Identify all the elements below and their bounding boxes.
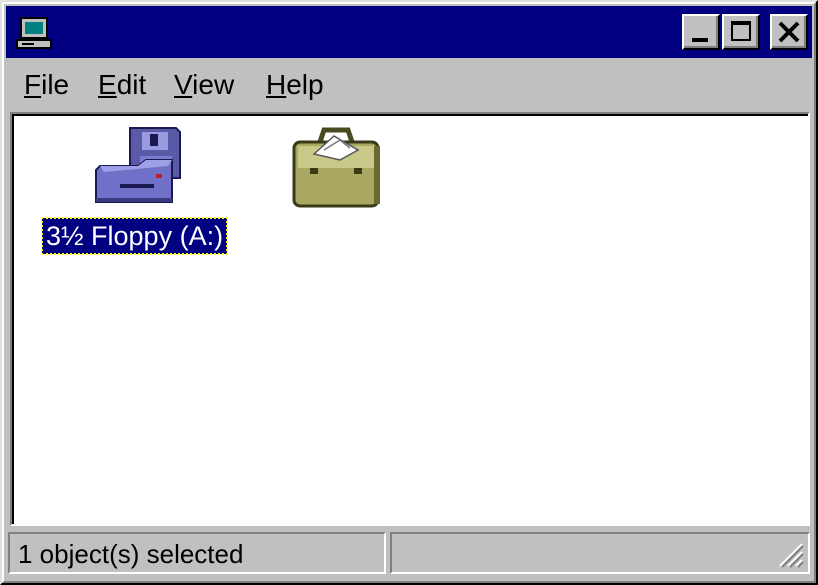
minimize-icon [692, 38, 708, 42]
status-text: 1 object(s) selected [18, 539, 244, 569]
menu-view-mnemonic: V [174, 69, 193, 100]
menu-help-mnemonic: H [266, 69, 287, 100]
menu-file-label: ile [41, 69, 70, 100]
close-icon [778, 21, 800, 43]
computer-icon[interactable] [14, 16, 54, 52]
status-pane-selection: 1 object(s) selected [8, 532, 386, 574]
floppy-drive-icon[interactable] [90, 126, 186, 210]
folder-content-area[interactable]: 3½ Floppy (A:) [10, 112, 810, 526]
menu-edit[interactable]: Edit [98, 68, 146, 102]
menu-view-label: iew [192, 69, 235, 100]
resize-grip-icon[interactable] [776, 540, 804, 568]
menu-file[interactable]: File [24, 68, 69, 102]
briefcase-icon[interactable] [284, 124, 384, 214]
maximize-button[interactable] [722, 14, 760, 50]
maximize-icon [731, 21, 751, 41]
floppy-drive-label[interactable]: 3½ Floppy (A:) [40, 217, 229, 255]
close-button[interactable] [770, 14, 808, 50]
minimize-button[interactable] [682, 14, 720, 50]
menu-help[interactable]: Help [266, 68, 324, 102]
explorer-window: File Edit View Help 3½ Floppy (A:) 1 obj… [0, 0, 818, 585]
menu-bar: File Edit View Help [6, 60, 812, 110]
menu-edit-label: dit [116, 69, 147, 100]
menu-view[interactable]: View [174, 68, 234, 102]
menu-edit-mnemonic: E [98, 69, 117, 100]
status-bar: 1 object(s) selected [6, 530, 812, 578]
menu-file-mnemonic: F [24, 69, 42, 100]
title-bar[interactable] [6, 6, 812, 58]
status-pane-info [390, 532, 810, 574]
menu-help-label: elp [286, 69, 324, 100]
